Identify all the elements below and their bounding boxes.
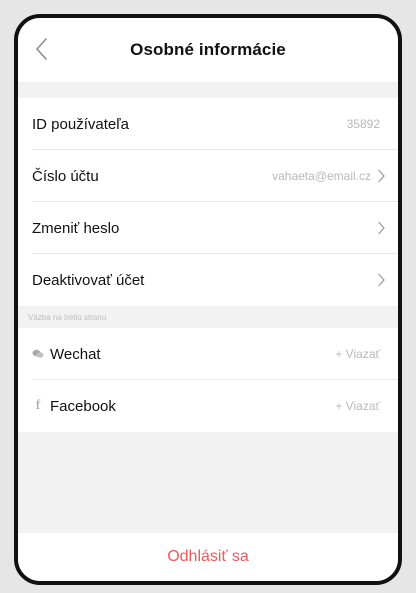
chevron-left-icon[interactable] xyxy=(32,35,52,63)
deactivate-account-row[interactable]: Deaktivovať účet xyxy=(18,254,398,306)
chevron-right-icon xyxy=(378,221,385,235)
navigation-bar: Osobné informácie xyxy=(18,18,398,82)
facebook-row[interactable]: f Facebook + Viazať xyxy=(18,380,398,432)
change-password-label: Zmeniť heslo xyxy=(32,219,120,237)
wechat-row[interactable]: Wechat + Viazať xyxy=(18,328,398,380)
account-group: ID používateľa 35892 Číslo účtu vahaeta@… xyxy=(18,98,398,306)
account-number-row[interactable]: Číslo účtu vahaeta@email.cz xyxy=(18,150,398,202)
chevron-right-icon xyxy=(378,273,385,287)
facebook-label: Facebook xyxy=(50,397,116,415)
chevron-right-icon xyxy=(378,169,385,183)
phone-frame: Osobné informácie ID používateľa 35892 Č… xyxy=(14,14,402,585)
user-id-row: ID používateľa 35892 xyxy=(18,98,398,150)
section-spacer xyxy=(18,82,398,98)
third-party-section-header: Väzba na tretiu stranu xyxy=(18,306,398,328)
wechat-label: Wechat xyxy=(50,345,101,363)
page-title: Osobné informácie xyxy=(130,40,286,59)
user-id-value: 35892 xyxy=(346,117,380,131)
account-number-label: Číslo účtu xyxy=(32,167,99,185)
wechat-bind-action[interactable]: + Viazať xyxy=(335,347,380,361)
change-password-row[interactable]: Zmeniť heslo xyxy=(18,202,398,254)
third-party-group: Wechat + Viazať f Facebook + Viazať xyxy=(18,328,398,432)
facebook-bind-action[interactable]: + Viazať xyxy=(335,399,380,413)
wechat-icon xyxy=(32,349,44,359)
logout-label: Odhlásiť sa xyxy=(167,548,249,565)
deactivate-account-label: Deaktivovať účet xyxy=(32,271,145,289)
wechat-label-wrap: Wechat xyxy=(32,346,335,363)
account-number-value: vahaeta@email.cz xyxy=(272,169,371,183)
facebook-label-wrap: f Facebook xyxy=(32,398,335,415)
user-id-label: ID používateľa xyxy=(32,115,129,133)
facebook-icon: f xyxy=(35,398,41,413)
logout-button[interactable]: Odhlásiť sa xyxy=(18,533,398,581)
